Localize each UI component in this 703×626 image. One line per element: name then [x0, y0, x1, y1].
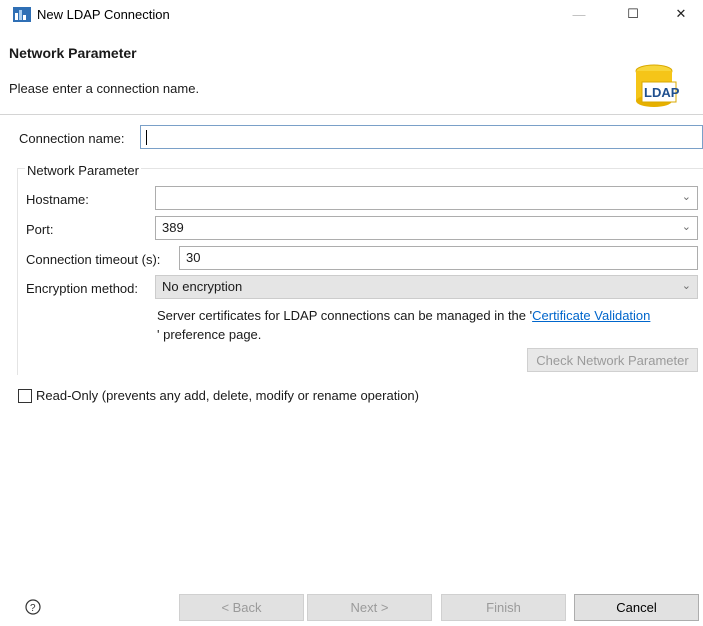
certificate-validation-link[interactable]: Certificate Validation [532, 308, 650, 323]
port-value: 389 [162, 220, 184, 235]
chevron-down-icon: ⌄ [681, 221, 691, 233]
port-combo[interactable]: 389 ⌄ [155, 216, 698, 240]
ldap-logo-text: LDAP [644, 85, 680, 100]
timeout-label: Connection timeout (s): [26, 252, 161, 267]
minimize-button[interactable]: — [556, 0, 602, 28]
encryption-value: No encryption [162, 279, 243, 294]
page-message: Please enter a connection name. [9, 81, 200, 96]
network-parameter-group-label: Network Parameter [25, 163, 141, 178]
app-icon [13, 7, 31, 22]
cancel-button[interactable]: Cancel [574, 594, 699, 621]
encryption-label: Encryption method: [26, 281, 139, 296]
encryption-combo[interactable]: No encryption ⌄ [155, 275, 698, 299]
readonly-checkbox[interactable] [18, 389, 32, 403]
connection-name-label: Connection name: [19, 131, 125, 146]
chevron-down-icon: ⌄ [681, 280, 691, 292]
info-suffix: ' preference page. [157, 327, 262, 342]
finish-button[interactable]: Finish [441, 594, 566, 621]
port-label: Port: [26, 222, 54, 237]
readonly-label: Read-Only (prevents any add, delete, mod… [36, 388, 419, 403]
certificate-info-text: Server certificates for LDAP connections… [157, 306, 702, 344]
timeout-input[interactable]: 30 [179, 246, 698, 270]
back-button[interactable]: < Back [179, 594, 304, 621]
maximize-button[interactable]: ☐ [610, 0, 656, 28]
next-button[interactable]: Next > [307, 594, 432, 621]
svg-text:?: ? [30, 603, 36, 614]
page-title: Network Parameter [9, 45, 137, 61]
question-circle-icon[interactable]: ? [25, 599, 41, 615]
timeout-value: 30 [186, 250, 201, 265]
connection-name-input[interactable] [140, 125, 703, 149]
ldap-database-icon: LDAP [635, 64, 680, 107]
hostname-combo[interactable]: ⌄ [155, 186, 698, 210]
check-network-parameter-button[interactable]: Check Network Parameter [527, 348, 698, 372]
chevron-down-icon: ⌄ [681, 191, 691, 203]
title-bar: New LDAP Connection — ☐ ✕ [0, 0, 703, 28]
close-button[interactable]: ✕ [658, 0, 703, 28]
wizard-header: Network Parameter Please enter a connect… [0, 28, 703, 114]
window-title: New LDAP Connection [37, 7, 170, 22]
info-prefix: Server certificates for LDAP connections… [157, 308, 533, 323]
header-separator [0, 114, 703, 115]
hostname-label: Hostname: [26, 192, 89, 207]
